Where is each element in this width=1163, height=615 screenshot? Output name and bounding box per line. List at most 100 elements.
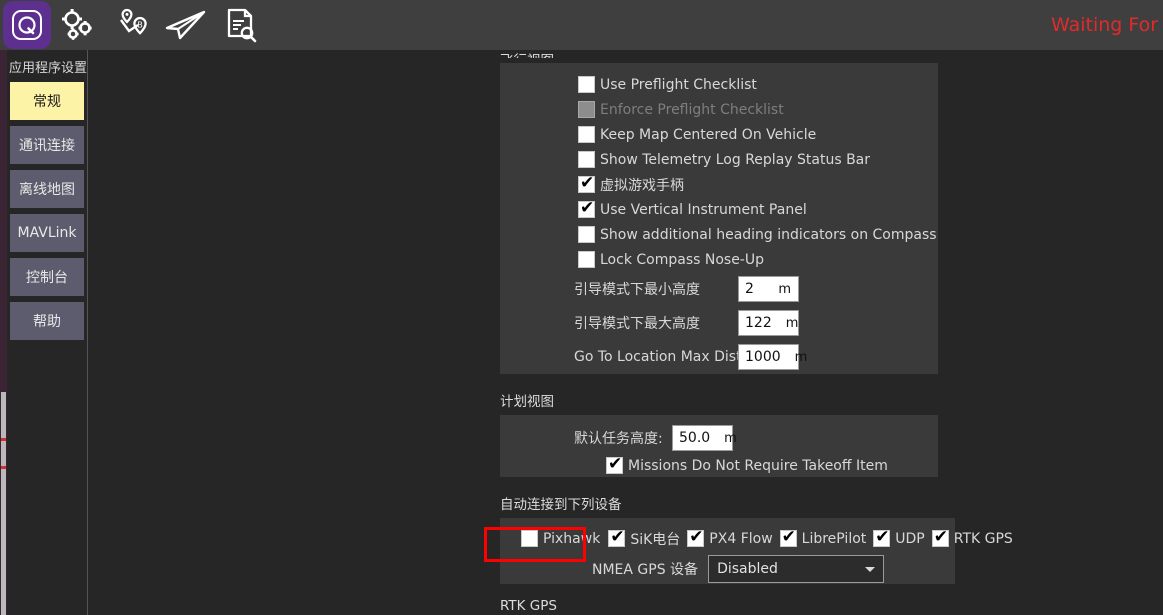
autoconnect-px4flow-label: PX4 Flow <box>709 530 773 547</box>
autoconnect-section-title: 自动连接到下列设备 <box>500 497 622 513</box>
qgroundcontrol-logo-icon[interactable] <box>3 1 51 49</box>
sidebar-item-general[interactable]: 常规 <box>10 82 84 120</box>
sidebar-title: 应用程序设置 <box>9 61 88 76</box>
fly-view-settings-group: Use Preflight Checklist Enforce Prefligh… <box>500 63 938 374</box>
check-mark-icon: ✔ <box>610 527 625 547</box>
sidebar-item-help[interactable]: 帮助 <box>10 302 84 340</box>
autoconnect-udp-checkbox[interactable]: ✔ <box>873 527 891 547</box>
autoconnect-pixhawk-checkbox[interactable] <box>521 530 538 547</box>
checkbox-label: Show additional heading indicators on Co… <box>600 226 937 243</box>
guided-min-altitude-row: 引导模式下最小高度 2 m <box>500 272 938 306</box>
checkbox-row[interactable]: ✔ Use Vertical Instrument Panel <box>500 197 938 222</box>
sidebar-item-label: MAVLink <box>17 225 77 241</box>
default-mission-altitude-row: 默认任务高度: 50.0 m <box>500 423 938 453</box>
guided-max-altitude-label: 引导模式下最大高度 <box>574 316 700 332</box>
nmea-gps-device-row: NMEA GPS 设备 Disabled <box>500 551 955 587</box>
checkbox-row[interactable]: Keep Map Centered On Vehicle <box>500 122 938 147</box>
nmea-gps-device-select[interactable]: Disabled <box>708 555 885 583</box>
use-preflight-checklist-checkbox[interactable] <box>578 76 595 93</box>
sidebar-item-label: 常规 <box>33 94 61 110</box>
fly-paperplane-icon[interactable] <box>159 0 213 50</box>
checkbox-row[interactable]: Show additional heading indicators on Co… <box>500 222 938 247</box>
field-unit: m <box>778 281 791 297</box>
check-mark-icon: ✔ <box>933 527 948 547</box>
guided-min-altitude-input[interactable]: 2 m <box>738 276 799 302</box>
autoconnect-sik-radio-label: SiK电台 <box>630 531 681 548</box>
sidebar-item-offline-maps[interactable]: 离线地图 <box>10 170 84 208</box>
goto-max-distance-label: Go To Location Max Distance <box>574 349 776 365</box>
field-value: 1000 <box>745 349 781 365</box>
autoconnect-settings-group: Pixhawk ✔ SiK电台 ✔ PX4 Flow ✔ LibrePilot … <box>500 518 1013 587</box>
autoconnect-sik-radio-checkbox[interactable]: ✔ <box>608 527 626 547</box>
sidebar-item-mavlink[interactable]: MAVLink <box>10 214 84 252</box>
field-unit: m <box>785 315 799 331</box>
checkbox-label: Enforce Preflight Checklist <box>600 101 784 118</box>
check-mark-icon: ✔ <box>580 173 595 193</box>
sidebar-item-label: 离线地图 <box>19 182 75 198</box>
autoconnect-px4flow-checkbox[interactable]: ✔ <box>687 527 705 547</box>
default-mission-altitude-label: 默认任务高度: <box>574 431 663 447</box>
logo-ring <box>12 10 42 40</box>
checkbox-label: Missions Do Not Require Takeoff Item <box>628 457 888 474</box>
checkbox-row[interactable]: Show Telemetry Log Replay Status Bar <box>500 147 938 172</box>
background-window-body-sliver <box>1 392 6 615</box>
sidebar-item-label: 帮助 <box>33 314 61 330</box>
plan-waypoints-icon[interactable]: B <box>105 0 159 50</box>
general-settings-panel[interactable]: 飞行视图 Use Preflight Checklist Enforce Pre… <box>89 50 1163 615</box>
plan-view-section-title: 计划视图 <box>500 394 554 410</box>
checkbox-row[interactable]: Use Preflight Checklist <box>500 72 938 97</box>
checkbox-label: Show Telemetry Log Replay Status Bar <box>600 151 871 168</box>
guided-max-altitude-input[interactable]: 122 m <box>738 310 799 336</box>
keep-map-centered-checkbox[interactable] <box>578 126 595 143</box>
check-mark-icon: ✔ <box>608 454 623 474</box>
check-mark-icon: ✔ <box>689 527 704 547</box>
enforce-preflight-checklist-checkbox <box>578 101 595 118</box>
autoconnect-rtk-gps-checkbox[interactable]: ✔ <box>931 527 949 547</box>
field-unit: m <box>794 349 808 365</box>
sidebar-item-comm-links[interactable]: 通讯连接 <box>10 126 84 164</box>
show-telemetry-log-replay-bar-checkbox[interactable] <box>578 151 595 168</box>
virtual-joystick-checkbox[interactable]: ✔ <box>578 173 595 193</box>
sidebar-item-label: 控制台 <box>26 270 68 286</box>
vehicle-connection-status: Waiting For Vehicle Connection <box>1051 14 1163 36</box>
autoconnect-udp-label: UDP <box>895 530 925 547</box>
checkbox-label: Use Vertical Instrument Panel <box>600 201 807 218</box>
autoconnect-rtk-gps-label: RTK GPS <box>953 530 1013 547</box>
settings-gears-icon[interactable] <box>51 0 105 50</box>
guided-min-altitude-label: 引导模式下最小高度 <box>574 282 700 298</box>
missions-no-takeoff-item-checkbox[interactable]: ✔ <box>606 454 623 474</box>
default-mission-altitude-input[interactable]: 50.0 m <box>672 425 737 451</box>
goto-max-distance-input[interactable]: 1000 m <box>738 344 807 370</box>
check-mark-icon: ✔ <box>875 527 890 547</box>
qgroundcontrol-application-settings-window: B Waiting For Vehicle Connection 应用程序设置 … <box>0 0 1163 615</box>
checkbox-row: Enforce Preflight Checklist <box>500 97 938 122</box>
field-unit: m <box>724 430 737 446</box>
background-window-sliver <box>0 0 7 615</box>
analyze-document-icon[interactable] <box>213 0 267 50</box>
checkbox-row[interactable]: ✔ 虚拟游戏手柄 <box>500 172 938 197</box>
show-heading-indicators-checkbox[interactable] <box>578 226 595 243</box>
plan-view-settings-group: 默认任务高度: 50.0 m ✔ Missions Do Not Require… <box>500 415 938 477</box>
autoconnect-librepilot-label: LibrePilot <box>801 530 867 547</box>
checkbox-label: Keep Map Centered On Vehicle <box>600 126 817 143</box>
autoconnect-pixhawk-label: Pixhawk <box>543 530 601 547</box>
field-value: 122 <box>745 315 772 331</box>
background-window-mark <box>1 438 6 441</box>
autoconnect-librepilot-checkbox[interactable]: ✔ <box>779 529 797 547</box>
chevron-down-icon <box>865 566 876 572</box>
rtk-gps-section-title: RTK GPS <box>500 598 557 610</box>
checkbox-label: Use Preflight Checklist <box>600 76 757 93</box>
guided-max-altitude-row: 引导模式下最大高度 122 m <box>500 306 938 340</box>
nmea-gps-device-label: NMEA GPS 设备 <box>592 562 699 578</box>
lock-compass-nose-up-checkbox[interactable] <box>578 251 595 268</box>
use-vertical-instrument-panel-checkbox[interactable]: ✔ <box>578 200 595 218</box>
field-value: 2 <box>745 281 754 297</box>
sidebar-item-console[interactable]: 控制台 <box>10 258 84 296</box>
field-value: 50.0 <box>679 430 711 446</box>
autoconnect-devices-row: Pixhawk ✔ SiK电台 ✔ PX4 Flow ✔ LibrePilot … <box>500 526 1013 551</box>
checkbox-row[interactable]: ✔ Missions Do Not Require Takeoff Item <box>500 453 938 478</box>
fly-view-section-title: 飞行视图 <box>500 50 1163 58</box>
sidebar-item-label: 通讯连接 <box>19 138 75 154</box>
goto-max-distance-row: Go To Location Max Distance 1000 m <box>500 340 938 374</box>
checkbox-row[interactable]: Lock Compass Nose-Up <box>500 247 938 272</box>
